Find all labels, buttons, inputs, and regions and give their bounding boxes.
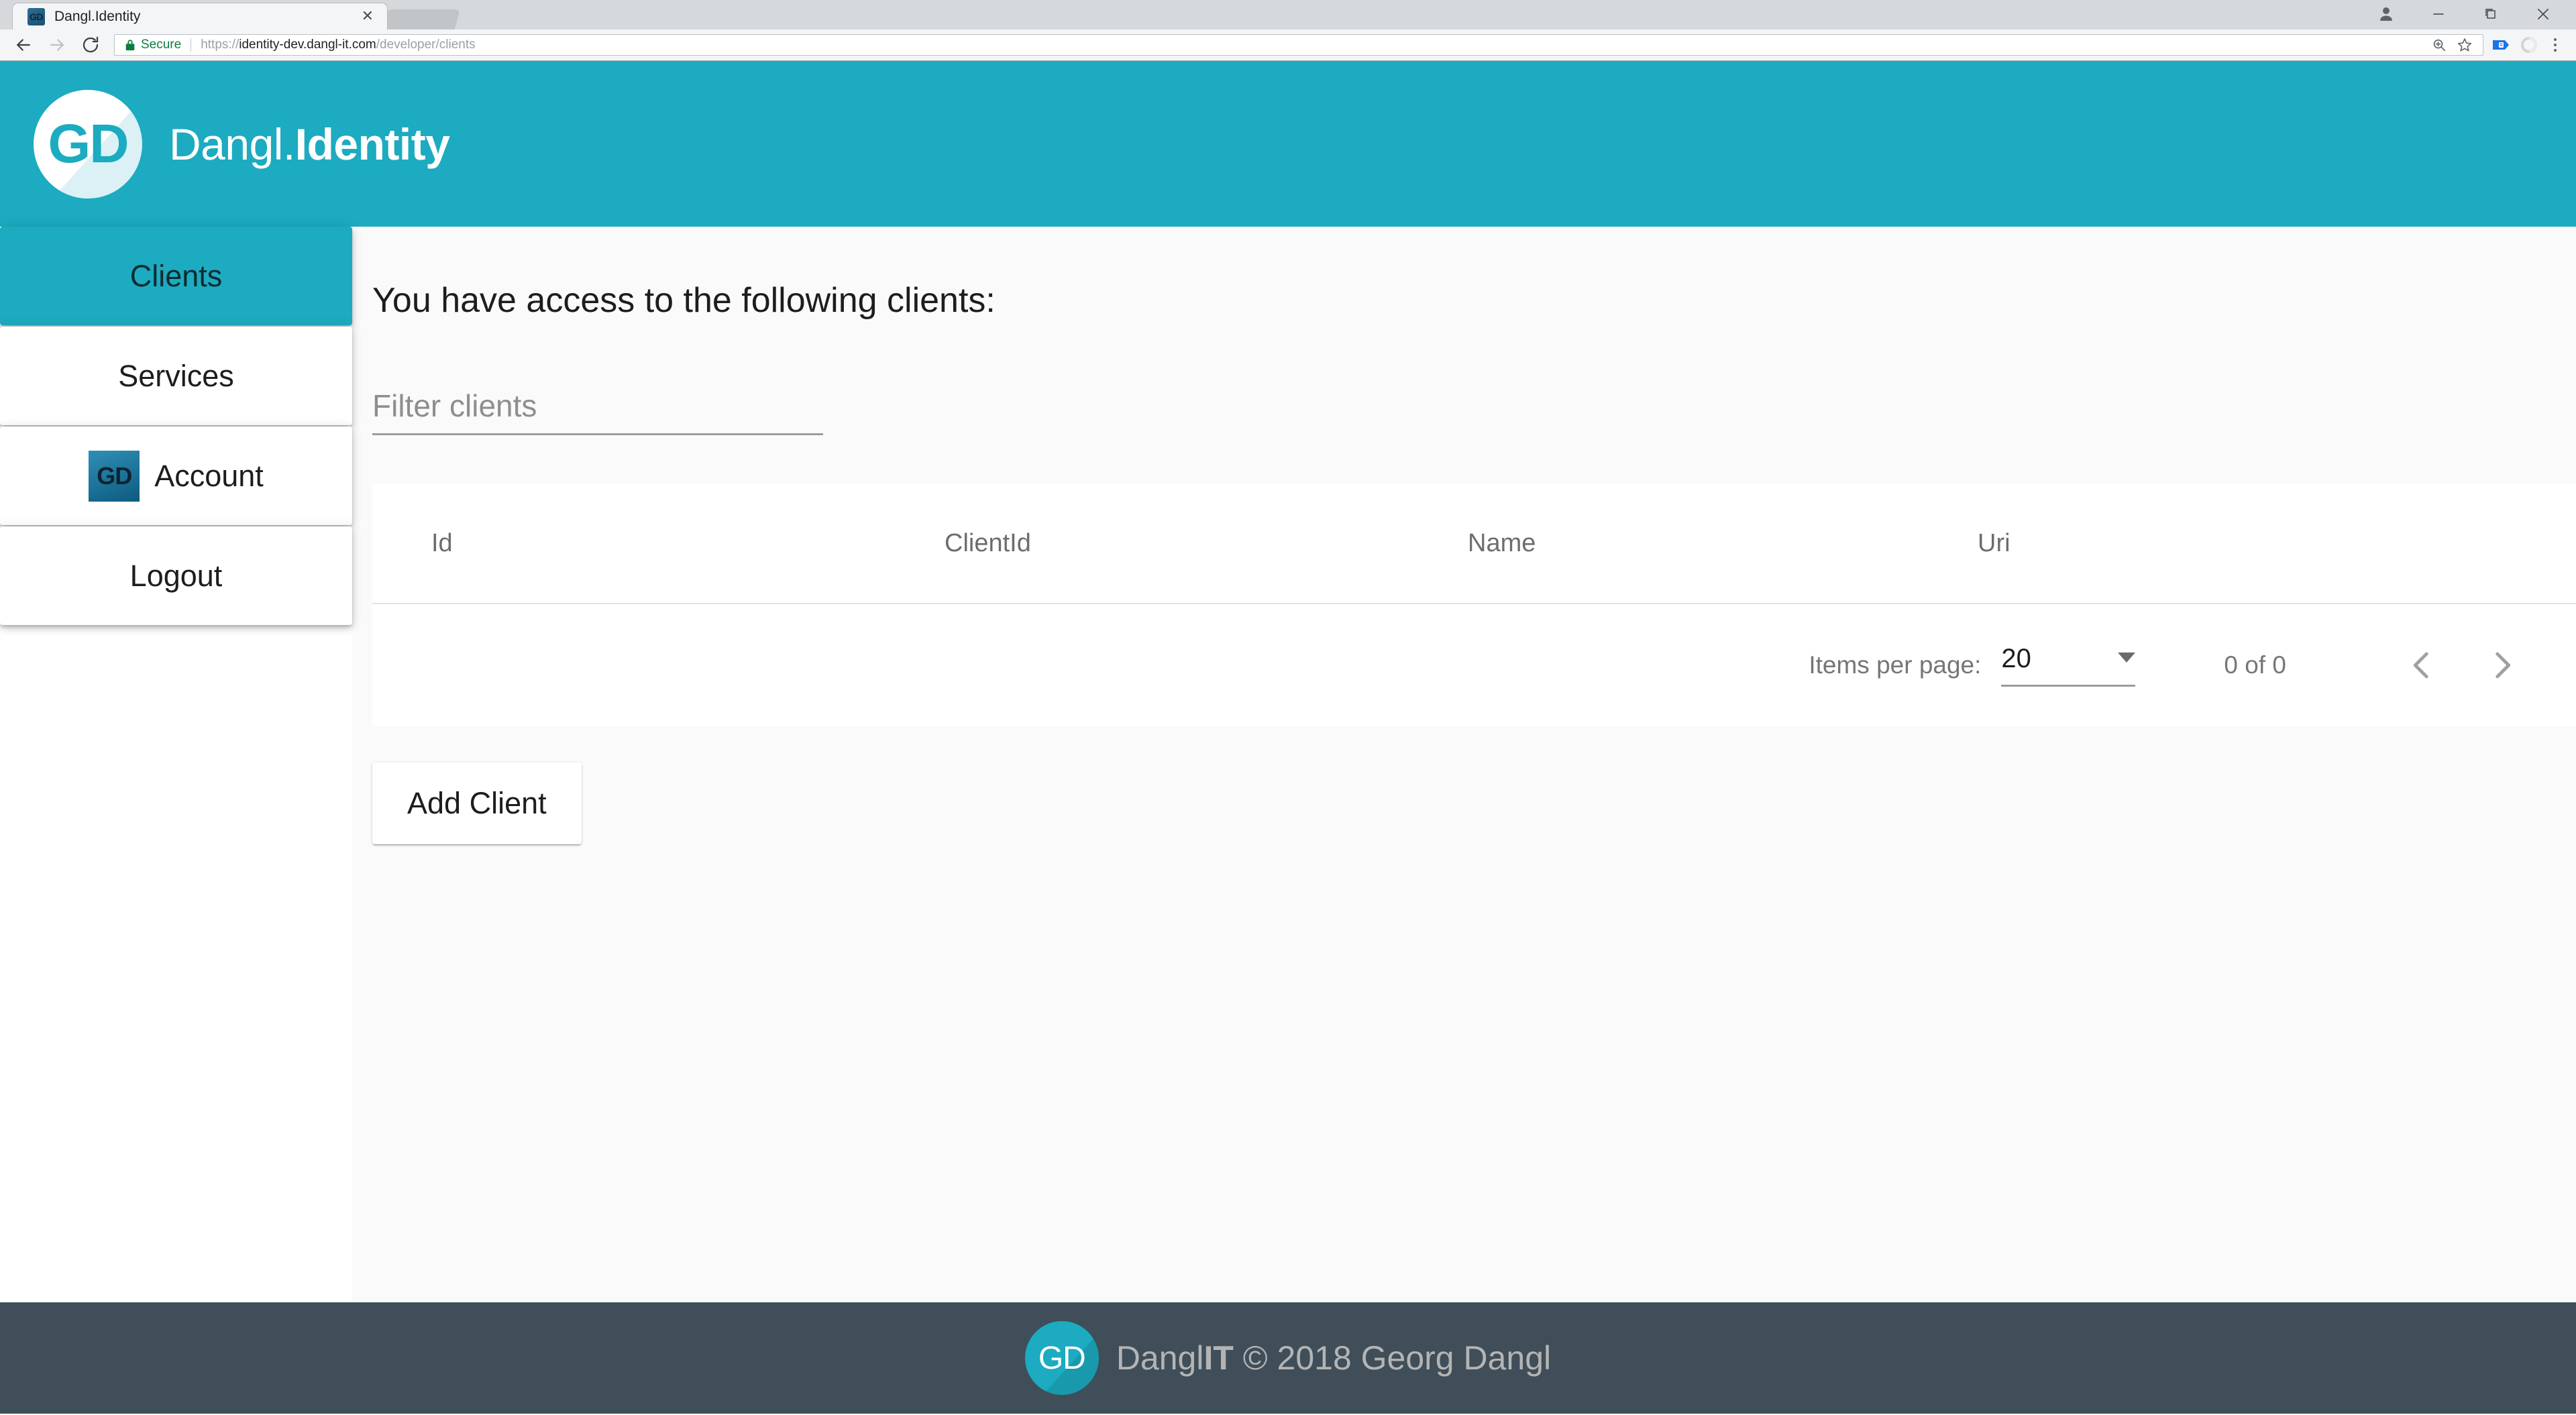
window-minimize-button[interactable] [2412, 1, 2465, 27]
window-maximize-button[interactable] [2465, 1, 2517, 27]
app-logo-icon: GD [34, 90, 142, 199]
main-content: You have access to the following clients… [352, 227, 2576, 1302]
extension-icon[interactable] [2487, 32, 2514, 58]
items-per-page-select[interactable]: 20 [2001, 644, 2135, 687]
zoom-in-icon[interactable] [2428, 35, 2451, 55]
table-column-header-name[interactable]: Name [1468, 529, 1978, 558]
window-close-button[interactable] [2517, 1, 2569, 27]
clients-table: Id ClientId Name Uri Items per page: 20 … [372, 484, 2576, 726]
browser-tab[interactable]: GD Dangl.Identity ✕ [12, 3, 388, 30]
body-wrapper: Clients Services GD Account Logout You h… [0, 227, 2576, 1302]
three-dots-menu-icon[interactable] [2544, 32, 2567, 58]
app-header: GD Dangl.Identity [0, 61, 2576, 227]
table-column-header-id[interactable]: Id [431, 529, 945, 558]
sidebar-item-label: Clients [130, 259, 223, 294]
url-path: /developer/clients [376, 38, 476, 52]
previous-page-button[interactable] [2381, 625, 2462, 705]
omnibox-icons [2428, 35, 2476, 55]
profile-icon[interactable] [2360, 1, 2412, 27]
sidebar-item-account[interactable]: GD Account [0, 427, 352, 525]
footer-brand-light: Dangl [1116, 1339, 1204, 1377]
browser-chrome: GD Dangl.Identity ✕ [0, 0, 2576, 61]
tab-close-icon[interactable]: ✕ [358, 9, 378, 24]
avatar: GD [89, 451, 140, 502]
main-filler [372, 844, 2576, 1302]
sidebar-item-services[interactable]: Services [0, 327, 352, 425]
security-indicator[interactable]: Secure [124, 38, 181, 52]
star-icon[interactable] [2453, 35, 2476, 55]
back-arrow-icon[interactable] [7, 32, 40, 58]
lock-icon [124, 38, 136, 52]
app-page: GD Dangl.Identity Clients Services GD Ac… [0, 61, 2576, 1414]
footer-brand-bold: IT [1203, 1339, 1233, 1377]
chevron-down-icon [2118, 653, 2135, 663]
table-column-header-uri[interactable]: Uri [1978, 529, 2576, 558]
forward-arrow-icon [40, 32, 74, 58]
filter-clients-field[interactable] [372, 388, 823, 435]
url-scheme: https:// [201, 38, 239, 52]
table-column-header-clientid[interactable]: ClientId [945, 529, 1468, 558]
app-footer: GD DanglIT © 2018 Georg Dangl [0, 1302, 2576, 1414]
sidebar-item-clients[interactable]: Clients [0, 227, 352, 325]
add-client-button[interactable]: Add Client [372, 762, 582, 844]
app-title-bold: Identity [295, 119, 450, 169]
sidebar-item-label: Services [118, 359, 234, 394]
browser-toolbar: Secure https://identity-dev.dangl-it.com… [0, 30, 2576, 60]
extension-icons [2487, 32, 2567, 58]
footer-copyright: DanglIT © 2018 Georg Dangl [1116, 1339, 1551, 1377]
add-client-row: Add Client [372, 762, 2576, 844]
sidebar-item-logout[interactable]: Logout [0, 526, 352, 625]
next-page-button[interactable] [2462, 625, 2542, 705]
footer-logo-text: GD [1038, 1340, 1085, 1377]
sidebar-nav: Clients Services GD Account Logout [0, 227, 352, 1302]
app-logo-text: GD [48, 113, 128, 176]
reload-icon[interactable] [74, 32, 107, 58]
sidebar-item-label: Logout [130, 559, 223, 593]
sidebar-item-label: Account [154, 459, 264, 494]
app-title: Dangl.Identity [169, 119, 449, 170]
page-title: You have access to the following clients… [372, 280, 2576, 321]
footer-copyright-text: © 2018 Georg Dangl [1234, 1339, 1551, 1377]
window-controls [2360, 1, 2569, 27]
new-tab-button[interactable] [381, 9, 461, 30]
url-text: https://identity-dev.dangl-it.com/develo… [201, 38, 2428, 52]
tab-favicon-icon: GD [28, 8, 45, 25]
sidebar-filler [0, 626, 352, 1302]
address-bar[interactable]: Secure https://identity-dev.dangl-it.com… [114, 34, 2483, 56]
extension-icon-secondary[interactable] [2516, 32, 2542, 58]
table-paginator: Items per page: 20 0 of 0 [372, 604, 2576, 726]
pagination-range-label: 0 of 0 [2224, 651, 2286, 679]
tab-title: Dangl.Identity [54, 9, 348, 25]
tab-strip: GD Dangl.Identity ✕ [0, 0, 2576, 30]
search-input[interactable] [372, 388, 823, 424]
url-host: identity-dev.dangl-it.com [239, 38, 376, 52]
app-title-light: Dangl. [169, 119, 295, 169]
footer-logo-icon: GD [1025, 1321, 1099, 1395]
table-header-row: Id ClientId Name Uri [372, 484, 2576, 604]
security-label: Secure [141, 38, 181, 52]
items-per-page-value: 20 [2001, 644, 2031, 674]
items-per-page-label: Items per page: [1809, 651, 1981, 679]
